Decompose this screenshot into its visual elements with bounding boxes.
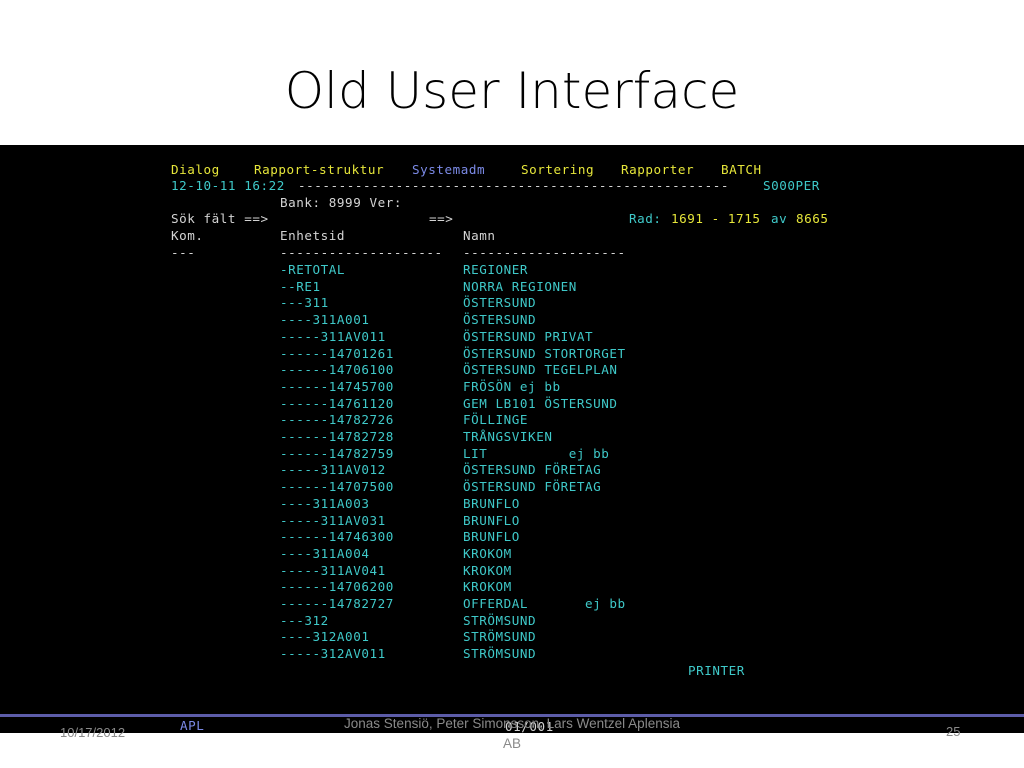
row-enhetsid[interactable]: ----311A003	[280, 495, 369, 512]
menu-rapport-struktur[interactable]: Rapport-struktur	[254, 161, 384, 178]
col-header-enhetsid: Enhetsid	[280, 228, 346, 243]
row-namn: ÖSTERSUND PRIVAT	[463, 328, 594, 344]
row-enhetsid[interactable]: ---311	[280, 294, 329, 311]
row-namn: ÖSTERSUND STORTORGET	[463, 345, 626, 361]
row-enhetsid[interactable]: ---312	[280, 612, 329, 629]
menu-sortering[interactable]: Sortering	[521, 161, 594, 178]
row-namn: OFFERDAL ej bb	[463, 596, 626, 611]
rad-range: 1691 - 1715	[671, 211, 761, 226]
row-enhetsid[interactable]: -----311AV031	[280, 512, 386, 529]
user-id: S000PER	[763, 178, 820, 193]
footer-date: 10/17/2012	[60, 725, 126, 740]
search-label-2: ==>	[429, 211, 454, 226]
separator: ----------------------------------------…	[298, 178, 729, 193]
row-namn: KROKOM	[463, 579, 512, 595]
col-dash: ---	[171, 245, 196, 260]
row-enhetsid[interactable]: ------14701261	[280, 345, 394, 362]
datetime: 12-10-11 16:22	[171, 178, 285, 193]
row-namn: LIT ej bb	[463, 445, 610, 461]
row-namn: NORRA REGIONEN	[463, 278, 577, 294]
row-enhetsid[interactable]: ------14746300	[280, 528, 394, 545]
status-apl: APL	[180, 718, 205, 733]
menu-systemadm[interactable]: Systemadm	[412, 161, 485, 178]
row-namn: ÖSTERSUND FÖRETAG	[463, 462, 602, 478]
row-namn: KROKOM	[463, 545, 512, 561]
row-namn: REGIONER	[463, 262, 529, 277]
footer-authors: Jonas Stensiö, Peter Simonsson, Lars Wen…	[344, 716, 680, 751]
row-namn: TRÅNGSVIKEN	[463, 429, 553, 444]
terminal-screen: Dialog Rapport-struktur Systemadm Sorter…	[0, 145, 1024, 733]
row-enhetsid[interactable]: ------14782728	[280, 428, 394, 445]
col-dash: --------------------	[280, 245, 443, 260]
col-header-kom: Kom.	[171, 228, 204, 243]
row-enhetsid[interactable]: -----311AV041	[280, 562, 386, 579]
row-namn: BRUNFLO	[463, 529, 520, 545]
row-enhetsid[interactable]: ------14706200	[280, 578, 394, 595]
row-namn: ÖSTERSUND	[463, 295, 537, 311]
menu-batch[interactable]: BATCH	[721, 161, 762, 178]
bank-line: Bank: 8999 Ver:	[280, 195, 402, 210]
menu-rapporter[interactable]: Rapporter	[621, 161, 694, 178]
row-enhetsid[interactable]: ------14745700	[280, 378, 394, 395]
row-enhetsid[interactable]: ------14707500	[280, 478, 394, 495]
row-namn: ÖSTERSUND FÖRETAG	[463, 479, 602, 495]
row-enhetsid[interactable]: -----311AV011	[280, 328, 386, 345]
page-number: 25	[946, 724, 961, 739]
row-namn: STRÖMSUND	[463, 646, 537, 662]
rad-of: av	[771, 211, 788, 226]
row-namn: FÖLLINGE	[463, 412, 529, 428]
row-namn: STRÖMSUND	[463, 612, 537, 628]
search-label: Sök fält ==>	[171, 211, 269, 226]
row-enhetsid[interactable]: -----311AV012	[280, 461, 386, 478]
row-enhetsid[interactable]: ----311A004	[280, 545, 369, 562]
row-namn: GEM LB101 ÖSTERSUND	[463, 395, 618, 411]
col-dash: --------------------	[463, 245, 626, 260]
row-enhetsid[interactable]: ------14782727	[280, 595, 394, 612]
rad-label: Rad:	[629, 211, 662, 226]
rad-total: 8665	[796, 211, 829, 226]
row-enhetsid[interactable]: --RE1	[280, 278, 321, 295]
col-header-namn: Namn	[463, 228, 496, 243]
row-namn: ÖSTERSUND	[463, 312, 537, 328]
row-enhetsid[interactable]: ------14782726	[280, 411, 394, 428]
row-namn: FRÖSÖN ej bb	[463, 378, 561, 394]
printer-label: PRINTER	[688, 663, 745, 678]
row-namn: ÖSTERSUND TEGELPLAN	[463, 362, 618, 378]
row-namn: KROKOM	[463, 562, 512, 578]
row-enhetsid[interactable]: -----312AV011	[280, 645, 386, 662]
row-enhetsid[interactable]: ------14761120	[280, 395, 394, 412]
menu-dialog[interactable]: Dialog	[171, 161, 220, 178]
row-namn: BRUNFLO	[463, 512, 520, 528]
row-enhetsid[interactable]: ------14782759	[280, 445, 394, 462]
row-enhetsid[interactable]: ----312A001	[280, 628, 369, 645]
row-enhetsid[interactable]: ----311A001	[280, 311, 369, 328]
row-namn: STRÖMSUND	[463, 629, 537, 645]
row-namn: BRUNFLO	[463, 495, 520, 511]
row-enhetsid[interactable]: -RETOTAL	[280, 261, 345, 278]
row-enhetsid[interactable]: ------14706100	[280, 361, 394, 378]
slide-title: Old User Interface	[284, 62, 740, 120]
